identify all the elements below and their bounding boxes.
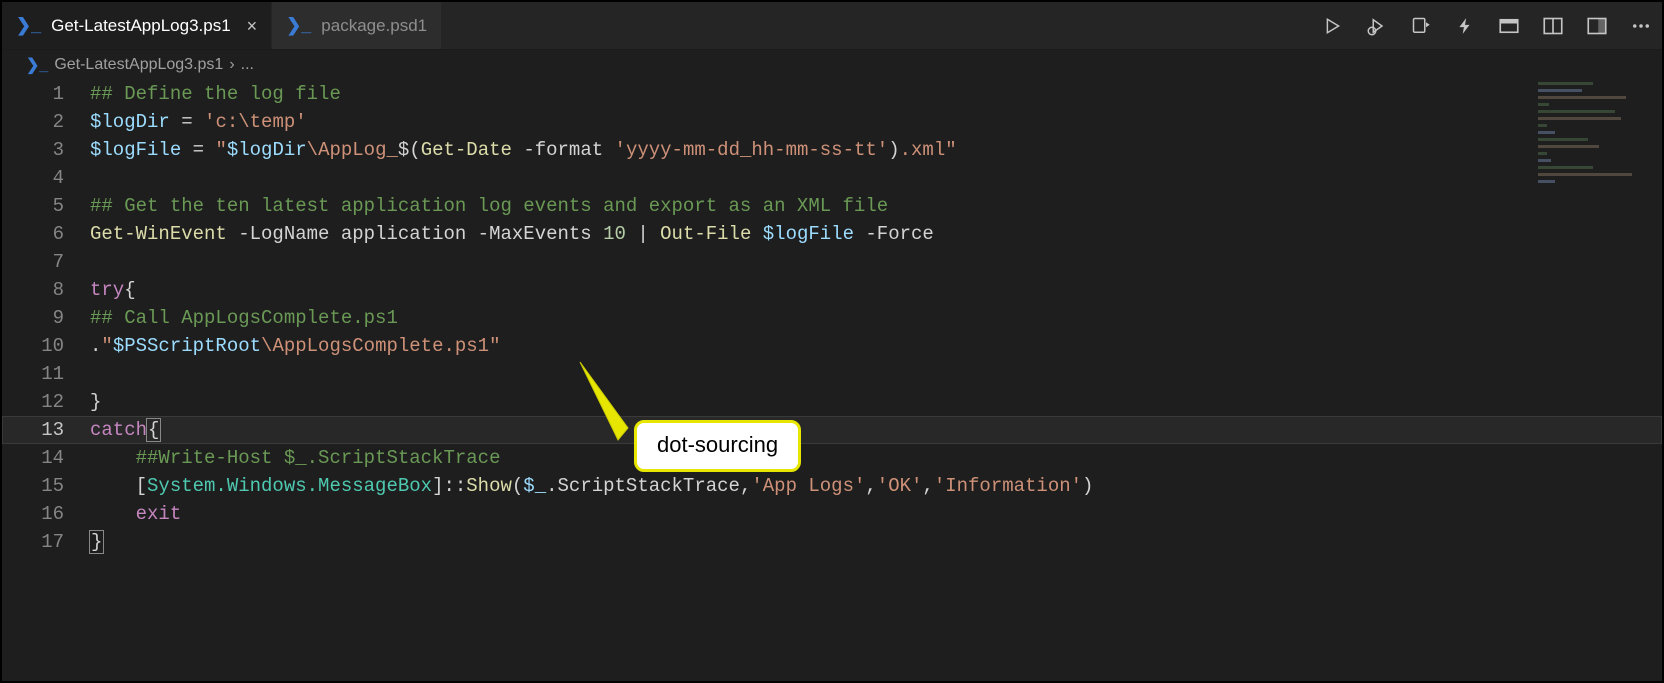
line-number: 10 xyxy=(2,332,90,360)
line-number: 6 xyxy=(2,220,90,248)
layout-icon[interactable] xyxy=(1586,15,1608,37)
run-icon[interactable] xyxy=(1322,15,1344,37)
line-number: 15 xyxy=(2,472,90,500)
tab-label: package.psd1 xyxy=(321,16,427,36)
line-number: 12 xyxy=(2,388,90,416)
more-icon[interactable] xyxy=(1630,15,1652,37)
tab-other-file[interactable]: ❯_ package.psd1 xyxy=(272,2,442,49)
close-icon[interactable]: × xyxy=(247,17,258,35)
breadcrumb-rest: ... xyxy=(241,56,254,74)
code-editor[interactable]: 1## Define the log file 2$logDir = 'c:\t… xyxy=(2,80,1662,556)
powershell-icon: ❯_ xyxy=(16,15,41,36)
line-number: 17 xyxy=(2,528,90,556)
line-number: 13 xyxy=(2,416,90,444)
tab-bar: ❯_ Get-LatestAppLog3.ps1 × ❯_ package.ps… xyxy=(2,2,1662,50)
line-number: 11 xyxy=(2,360,90,388)
run-selection-icon[interactable] xyxy=(1410,15,1432,37)
line-number: 8 xyxy=(2,276,90,304)
powershell-icon: ❯_ xyxy=(286,15,311,36)
breadcrumb-sep: › xyxy=(229,56,234,74)
debug-config-icon[interactable] xyxy=(1366,15,1388,37)
minimap[interactable] xyxy=(1538,82,1648,192)
line-number: 7 xyxy=(2,248,90,276)
tab-label: Get-LatestAppLog3.ps1 xyxy=(51,16,231,36)
line-number: 4 xyxy=(2,164,90,192)
breadcrumb-file: Get-LatestAppLog3.ps1 xyxy=(54,56,223,74)
breadcrumb[interactable]: ❯_ Get-LatestAppLog3.ps1 › ... xyxy=(2,50,1662,80)
bolt-icon[interactable] xyxy=(1454,15,1476,37)
powershell-icon: ❯_ xyxy=(26,55,48,75)
line-number: 2 xyxy=(2,108,90,136)
line-number: 9 xyxy=(2,304,90,332)
line-number: 3 xyxy=(2,136,90,164)
tab-active-file[interactable]: ❯_ Get-LatestAppLog3.ps1 × xyxy=(2,2,272,49)
editor-toolbar xyxy=(1322,2,1652,50)
line-number: 14 xyxy=(2,444,90,472)
line-number: 16 xyxy=(2,500,90,528)
current-line: 13catch{ xyxy=(2,416,1662,444)
line-number: 1 xyxy=(2,80,90,108)
panel-icon[interactable] xyxy=(1498,15,1520,37)
line-number: 5 xyxy=(2,192,90,220)
split-icon[interactable] xyxy=(1542,15,1564,37)
